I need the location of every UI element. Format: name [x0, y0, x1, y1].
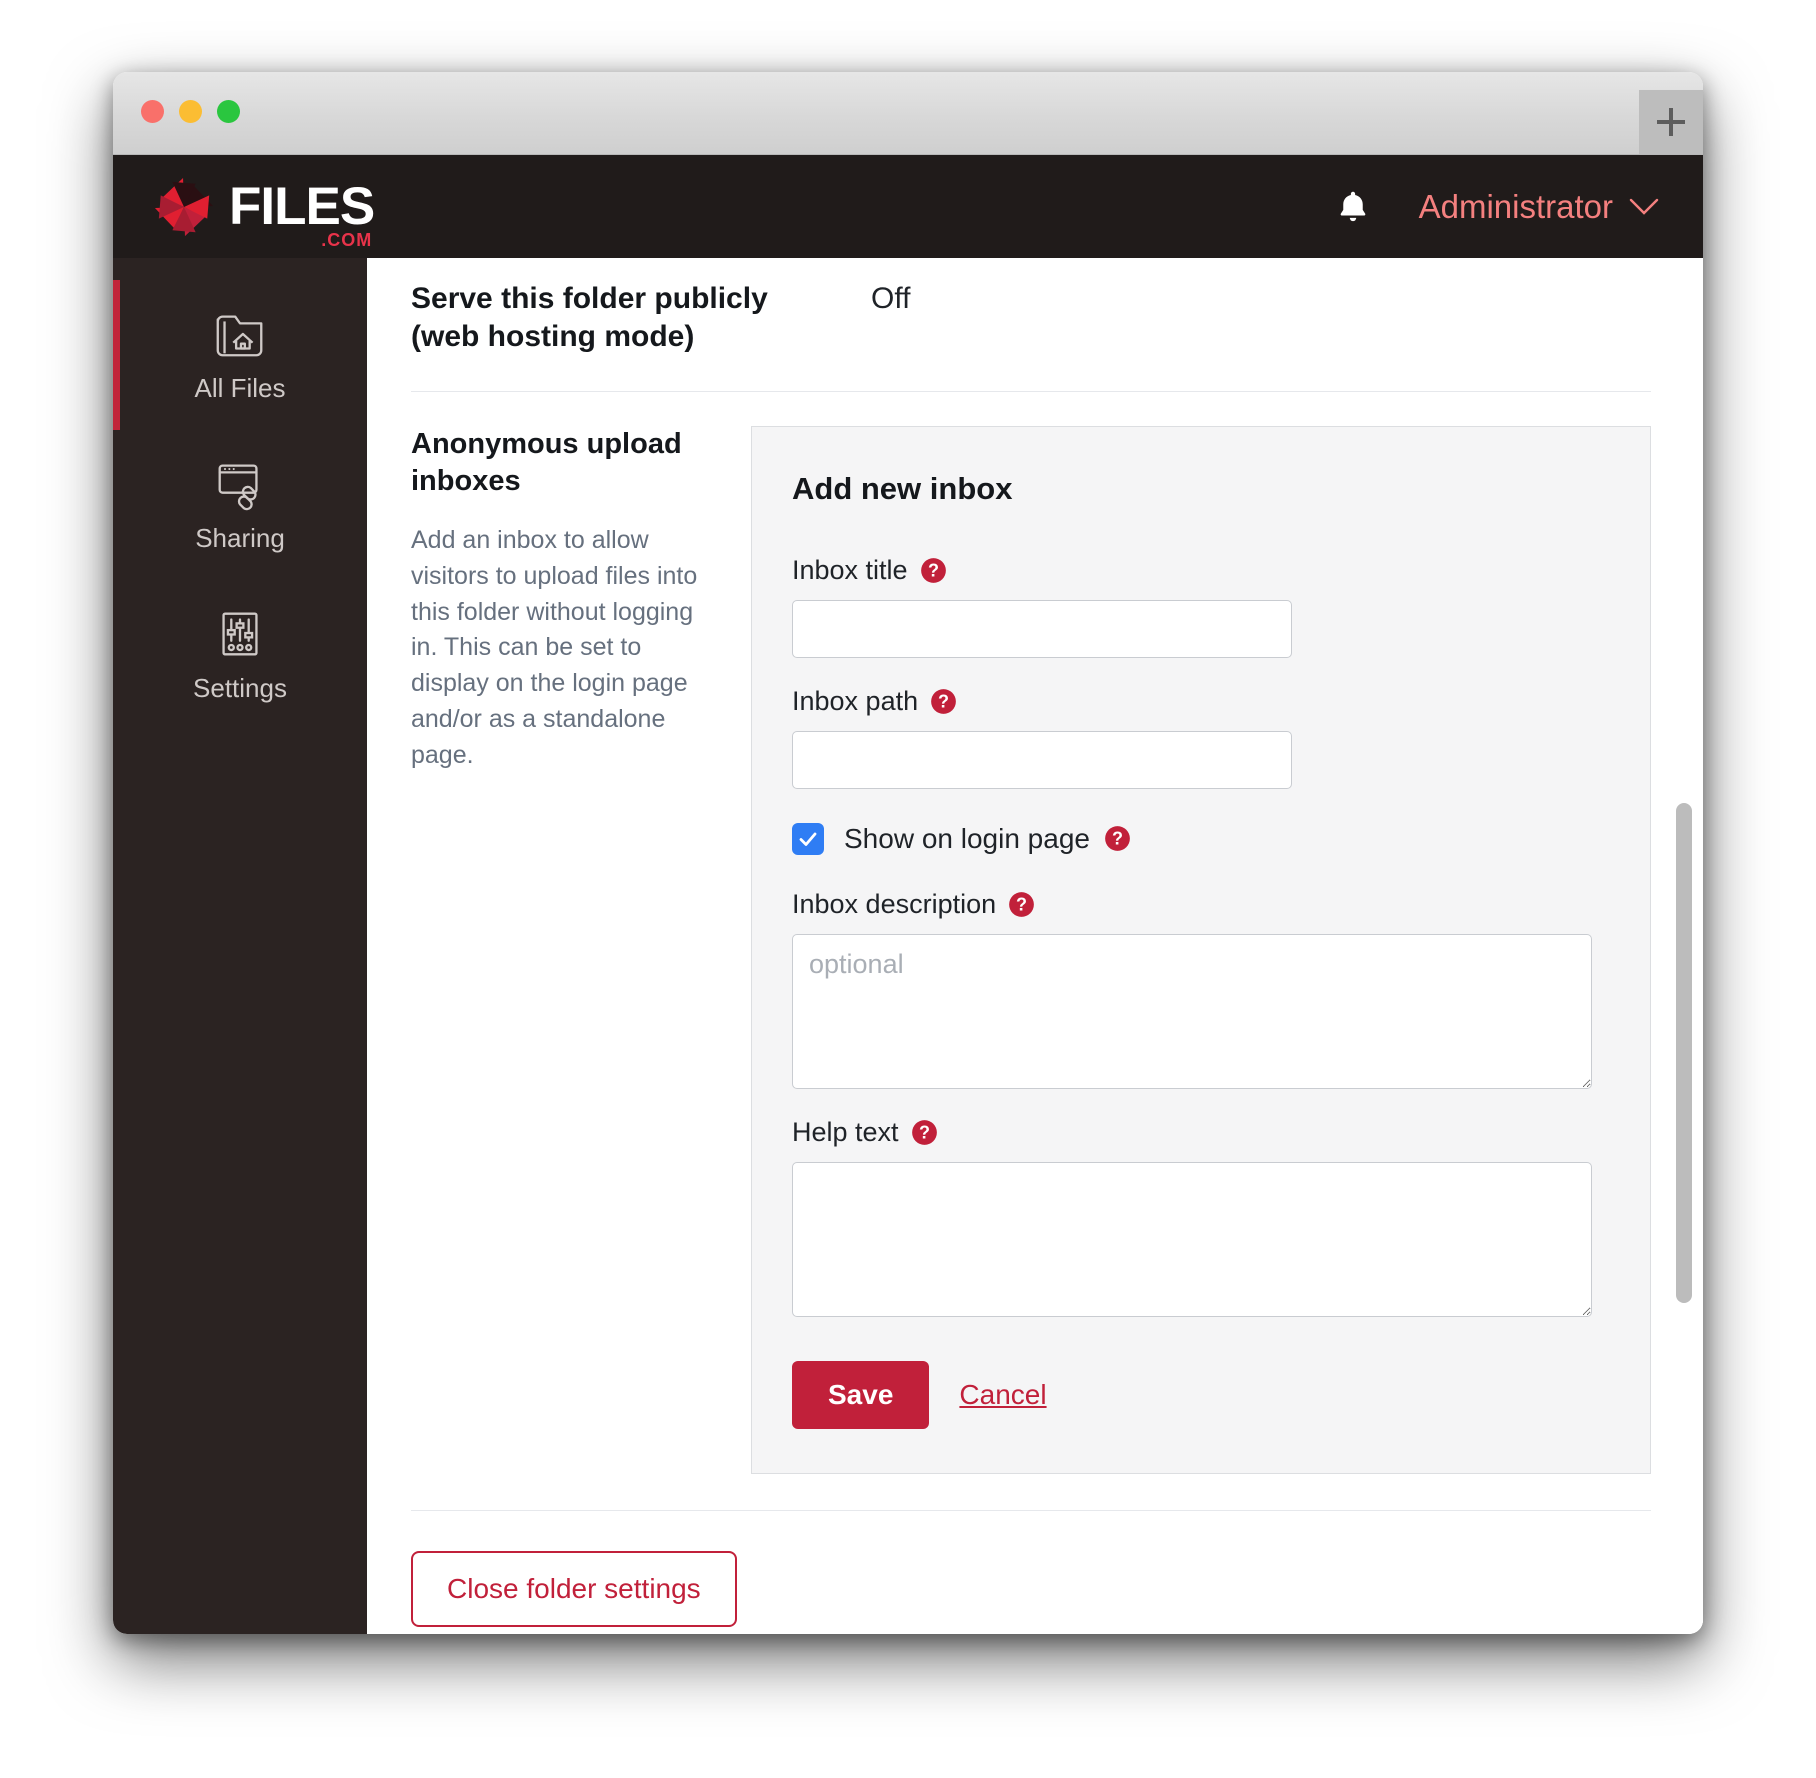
new-tab-button[interactable] [1639, 90, 1703, 154]
card-title: Add new inbox [792, 470, 1013, 506]
sidebar-item-label: Settings [193, 672, 287, 703]
help-text-field-group: Help text ? [792, 1117, 1608, 1317]
section-title: Anonymous upload inboxes [411, 427, 682, 498]
help-circle-icon[interactable]: ? [1104, 825, 1131, 852]
brand-logo-text: FILES .COM [229, 177, 375, 249]
bell-icon[interactable] [1337, 189, 1369, 225]
chevron-down-icon [1629, 198, 1659, 215]
inbox-path-field-group: Inbox path ? [792, 686, 1608, 789]
inbox-description-field-group: Inbox description ? [792, 889, 1608, 1089]
svg-text:?: ? [928, 560, 939, 580]
cancel-link[interactable]: Cancel [959, 1379, 1046, 1411]
plus-icon [1657, 108, 1685, 136]
sidebar-item-all-files[interactable]: All Files [113, 280, 367, 430]
files-pinwheel-logo-icon [154, 177, 214, 236]
brand-tld: .COM [321, 230, 373, 250]
minimize-window-button[interactable] [179, 100, 202, 123]
section-description-column: Anonymous upload inboxes Add an inbox to… [411, 426, 751, 1474]
main-scrollbar[interactable] [1673, 258, 1695, 1634]
traffic-light-controls [141, 100, 240, 123]
brand-name: FILES [229, 177, 375, 236]
checkmark-icon [799, 832, 817, 846]
serve-folder-publicly-row: Serve this folder publicly (web hosting … [411, 258, 1651, 392]
help-text-textarea[interactable] [792, 1161, 1592, 1317]
app-body: All Files Sharing Settings Serve this fo… [113, 258, 1703, 1634]
folder-home-icon [216, 314, 263, 356]
inbox-path-input[interactable] [792, 730, 1292, 789]
help-circle-icon[interactable]: ? [930, 688, 957, 715]
main-scrollbar-thumb[interactable] [1676, 803, 1692, 1303]
add-new-inbox-card: Add new inbox Inbox title ? Inbox path ?… [751, 425, 1651, 1474]
svg-text:?: ? [1112, 829, 1123, 849]
close-folder-settings-button[interactable]: Close folder settings [411, 1550, 737, 1627]
svg-text:?: ? [1016, 894, 1027, 914]
inbox-description-label: Inbox description ? [792, 889, 1608, 920]
close-window-button[interactable] [141, 100, 164, 123]
zoom-window-button[interactable] [217, 100, 240, 123]
svg-text:?: ? [919, 1122, 930, 1142]
svg-text:?: ? [938, 691, 949, 711]
sidebar-item-label: All Files [194, 372, 286, 403]
sidebar-nav: All Files Sharing Settings [113, 258, 367, 1634]
inbox-title-input[interactable] [792, 599, 1292, 658]
section-description: Add an inbox to allow visitors to upload… [411, 526, 698, 769]
sidebar-item-settings[interactable]: Settings [113, 580, 367, 730]
inbox-description-textarea[interactable] [792, 933, 1592, 1089]
browser-window: FILES .COM Administrator All Files Shari… [113, 72, 1703, 1634]
help-circle-icon[interactable]: ? [1008, 891, 1035, 918]
main-content: Serve this folder publicly (web hosting … [367, 258, 1703, 1634]
show-on-login-page-label-text: Show on login page [844, 822, 1090, 854]
brand-logo[interactable]: FILES .COM [153, 176, 375, 249]
sidebar-item-sharing[interactable]: Sharing [113, 430, 367, 580]
inbox-title-label-text: Inbox title [792, 554, 908, 585]
header-actions: Administrator [1337, 188, 1659, 226]
show-on-login-page-checkbox[interactable] [792, 822, 824, 855]
sliders-icon [222, 612, 258, 655]
inbox-path-label: Inbox path ? [792, 686, 1608, 717]
inbox-title-field-group: Inbox title ? [792, 555, 1608, 658]
card-actions: Save Cancel [792, 1360, 1608, 1429]
window-titlebar [113, 72, 1703, 155]
screenshot-root: FILES .COM Administrator All Files Shari… [0, 0, 1816, 1778]
show-on-login-page-label: Show on login page ? [844, 823, 1131, 855]
account-name-label: Administrator [1418, 187, 1613, 225]
main-inner: Serve this folder publicly (web hosting … [367, 258, 1703, 1627]
app-header: FILES .COM Administrator [113, 155, 1703, 258]
save-button[interactable]: Save [792, 1360, 930, 1429]
help-circle-icon[interactable]: ? [920, 557, 947, 584]
inbox-title-label: Inbox title ? [792, 555, 1608, 586]
help-circle-icon[interactable]: ? [911, 1119, 938, 1146]
account-menu[interactable]: Administrator [1419, 188, 1659, 226]
inbox-path-label-text: Inbox path [792, 685, 919, 716]
serve-folder-publicly-value: Off [871, 282, 911, 315]
serve-folder-publicly-label: Serve this folder publicly (web hosting … [411, 282, 768, 354]
show-on-login-page-row: Show on login page ? [792, 822, 1608, 855]
help-text-label: Help text ? [792, 1117, 1608, 1148]
help-text-label-text: Help text [792, 1116, 899, 1147]
main-footer: Close folder settings [411, 1511, 1651, 1627]
sidebar-item-label: Sharing [195, 522, 285, 553]
anonymous-upload-inboxes-section: Anonymous upload inboxes Add an inbox to… [411, 392, 1651, 1511]
browser-link-icon [218, 463, 258, 510]
inbox-description-label-text: Inbox description [792, 888, 997, 919]
